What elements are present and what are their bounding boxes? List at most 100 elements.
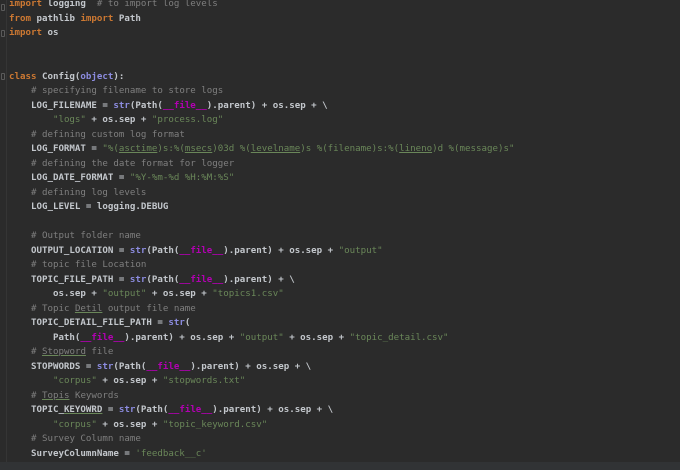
string-token: "topic_keyword.csv" [162, 419, 268, 430]
code-line: "corpus" + os.sep + "stopwords.txt" [9, 374, 514, 389]
code-line: "corpus" + os.sep + "topic_keyword.csv" [9, 418, 514, 433]
comment-token: # Output folder name [30, 231, 141, 241]
string-token: "process.log" [151, 115, 224, 125]
comment-token: # [30, 347, 42, 357]
builtin-token: str [129, 245, 147, 256]
bottom-panel-edge [0, 462, 680, 470]
comment-token: Stopword [41, 347, 86, 357]
code-line: os.sep + "output" + os.sep + "topics1.cs… [9, 287, 514, 302]
builtin-token: str [129, 274, 147, 285]
code-token: ).parent) + os.sep + \ [206, 100, 328, 111]
code-line: # specifying filename to store logs [9, 84, 514, 99]
keyword-token: import [80, 13, 114, 24]
code-token: ): [113, 71, 125, 82]
builtin-token: str [113, 100, 130, 111]
code-line: import logging # to import log levels [9, 0, 514, 12]
code-line: # defining custom log format [9, 128, 514, 143]
dunder-token: __file__ [168, 405, 213, 415]
comment-token: # specifying filename to store logs [30, 86, 224, 96]
keyword-token: import [9, 28, 42, 38]
keyword-token: class [9, 71, 37, 82]
code-line: class Config(object): [9, 70, 514, 85]
code-token: (Path( [146, 274, 180, 285]
comment-token: output file name [102, 303, 196, 314]
code-line: LOG_FILENAME = str(Path(__file__).parent… [9, 99, 514, 114]
code-token: + os.sep + [283, 332, 350, 343]
code-token: STOPWORDS = [9, 361, 97, 372]
string-token: 'feedback__c' [135, 448, 207, 459]
string-token: )03d %( [212, 144, 251, 154]
code-token: os.sep + [9, 289, 103, 299]
code-token: LOG_DATE_FORMAT = [9, 173, 130, 183]
string-token: lineno [399, 144, 433, 154]
code-line: STOPWORDS = str(Path(__file__).parent) +… [9, 360, 514, 375]
fold-marker-icon[interactable] [1, 73, 5, 80]
comment-token: # defining custom log format [30, 129, 185, 140]
string-token: "output" [102, 289, 147, 299]
code-line: TOPIC_FILE_PATH = str(Path(__file__).par… [9, 273, 514, 288]
comment-token: Topis [41, 390, 70, 401]
code-line: # Stopword file [9, 345, 514, 360]
code-token: SurveyColumnName = [9, 448, 136, 459]
comment-token: file [85, 347, 114, 357]
string-token: asctime [118, 144, 158, 154]
string-token: "%Y-%m-%d %H:%M:%S" [129, 173, 235, 183]
comment-token: # Survey Column name [30, 434, 141, 444]
fold-marker-icon[interactable] [1, 30, 5, 37]
code-line: # defining the date format for logger [9, 157, 514, 172]
code-token: LOG_FORMAT = [9, 144, 103, 154]
code-token: LOG_FILENAME = [9, 100, 114, 111]
code-line: # Survey Column name [9, 432, 514, 447]
code-area[interactable]: import logging # to import log levels fro… [9, 0, 514, 461]
code-line: TOPIC_DETAIL_FILE_PATH = str( [9, 316, 514, 331]
code-line: SurveyColumnName = 'feedback__c' [9, 447, 514, 462]
string-token: )s %(filename)s:%( [300, 144, 400, 154]
string-token: "topics1.csv" [212, 289, 284, 299]
code-token: ).parent) + os.sep + \ [190, 361, 312, 372]
string-token: "corpus" [52, 376, 97, 386]
dunder-token: __file__ [179, 245, 224, 256]
code-line: import os [9, 26, 514, 41]
string-token: "output" [239, 332, 284, 343]
dunder-token: __file__ [146, 361, 191, 372]
code-token: TOPIC_DETAIL_FILE_PATH = [9, 318, 169, 328]
comment-token: # Topic [30, 303, 75, 314]
code-token: Path [113, 13, 141, 24]
code-token: ( [184, 318, 191, 328]
string-token: msecs [184, 144, 213, 154]
code-token: (Path( [146, 245, 180, 256]
code-token: LOG_LEVEL = logging.DEBUG [9, 202, 169, 212]
code-token: pathlib [30, 13, 81, 24]
dunder-token: __file__ [80, 332, 125, 343]
code-line: LOG_FORMAT = "%(asctime)s:%(msecs)03d %(… [9, 142, 515, 157]
code-line: LOG_LEVEL = logging.DEBUG [9, 200, 514, 215]
code-token: TOPIC_FILE_PATH = [9, 274, 130, 285]
comment-token: # to import log levels [96, 0, 218, 9]
code-editor[interactable]: import logging # to import log levels fro… [0, 0, 680, 462]
code-line: # Output folder name [9, 229, 514, 244]
code-line: from pathlib import Path [9, 12, 514, 27]
code-line: OUTPUT_LOCATION = str(Path(__file__).par… [9, 244, 514, 259]
code-line: # defining log levels [9, 186, 514, 201]
keyword-token: import [9, 0, 42, 9]
string-token: "output" [338, 245, 383, 256]
code-line: # Topis Keywords [9, 389, 514, 404]
string-token: )s:%( [157, 144, 185, 154]
code-token: TOPIC_ [9, 405, 64, 415]
fold-marker-icon[interactable] [1, 4, 5, 11]
code-token: ).parent) + os.sep + \ [212, 405, 334, 415]
code-token: + os.sep + [96, 376, 163, 386]
string-token: "%( [102, 144, 119, 154]
comment-token: Detil [74, 303, 103, 314]
code-line: LOG_DATE_FORMAT = "%Y-%m-%d %H:%M:%S" [9, 171, 514, 186]
comment-token: # topic file Location [30, 260, 147, 270]
